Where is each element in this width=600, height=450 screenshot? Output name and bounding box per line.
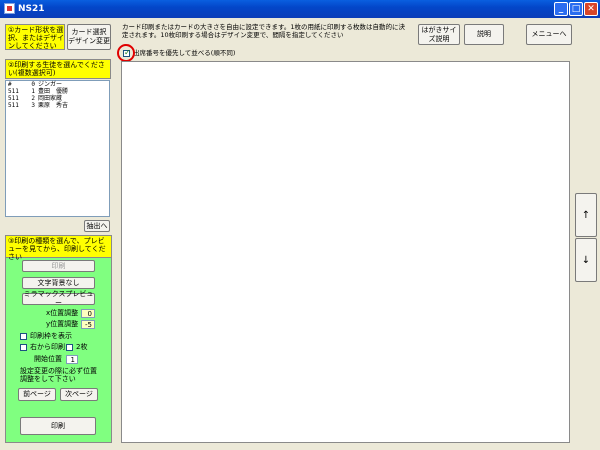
next-page-button[interactable]: 次ページ [60, 388, 98, 401]
print-button-disabled[interactable]: 印刷 [22, 260, 95, 272]
two-sheet-checkbox[interactable] [66, 344, 73, 351]
sort-checkbox-label: 出席番号を優先して並べる(順不同) [133, 49, 236, 57]
scroll-down-button[interactable]: ↓ [575, 238, 597, 282]
start-pos-field[interactable]: 1 [66, 355, 78, 364]
list-cell-c2: 3 [31, 102, 35, 109]
list-cell-c1: 511 [8, 102, 19, 109]
x-offset-label: x位置調整 [46, 309, 79, 317]
minimize-button[interactable]: _ [554, 2, 568, 16]
maximize-button[interactable]: □ [569, 2, 583, 16]
extract-button[interactable]: 抽出へ [84, 220, 110, 232]
step1-header-box: ①カード形状を選択、またはデザインしてください [5, 24, 65, 50]
preview-button[interactable]: ミラマックスプレビュー [22, 290, 95, 307]
list-cell-c1: # [8, 81, 12, 88]
menu-button[interactable]: メニューへ [526, 24, 572, 45]
list-cell-c3: 岡田家蔵 [38, 95, 63, 102]
preview-canvas[interactable] [121, 61, 570, 443]
help-button[interactable]: 説明 [464, 24, 504, 45]
title-bar: NS21 _ □ ✕ [0, 0, 600, 18]
list-cell-c3: 豊田 優勝 [38, 88, 69, 95]
start-pos-label: 開始位置 [34, 355, 62, 363]
right-print-checkbox[interactable] [20, 344, 27, 351]
list-item[interactable]: 511 2 岡田家蔵 [6, 95, 109, 102]
list-cell-c2: 2 [31, 95, 35, 102]
y-offset-label: y位置調整 [46, 320, 79, 328]
student-list[interactable]: #0 ジンガー 511 1 豊田 優勝 511 2 岡田家蔵 511 3 栗原 秀吉 [5, 80, 110, 217]
scroll-up-button[interactable]: ↑ [575, 193, 597, 237]
prev-page-button[interactable]: 前ページ [18, 388, 56, 401]
settings-note: 設定変更の際に必ず位置調整をして下さい [20, 367, 97, 383]
two-sheet-label: 2枚 [76, 343, 88, 351]
info-text: カード印刷またはカードの大きさを自由に設定できます。1枚の用紙に印刷する枚数は自… [122, 23, 405, 39]
print-main-button[interactable]: 印刷 [20, 417, 96, 435]
frame-checkbox-label: 印刷枠を表示 [30, 332, 72, 340]
list-cell-c3: ジンガー [38, 81, 63, 88]
char-bg-button[interactable]: 文字背景なし [22, 277, 95, 289]
list-item[interactable]: #0 ジンガー [6, 81, 109, 88]
y-offset-field[interactable]: -5 [81, 320, 95, 329]
close-button[interactable]: ✕ [584, 2, 598, 16]
window-title: NS21 [18, 4, 45, 14]
list-cell-c2: 1 [31, 88, 35, 95]
print-panel: 印刷 文字背景なし ミラマックスプレビュー x位置調整 0 y位置調整 -5 印… [5, 235, 112, 443]
list-cell-c1: 511 [8, 95, 19, 102]
step2-header-box: ②印刷する生徒を選んでください(複数選択可) [5, 59, 111, 79]
step3-header-box: ③印刷の種類を選んで、プレビューを見てから、印刷してください [5, 235, 112, 261]
list-cell-c3: 栗原 秀吉 [38, 102, 69, 109]
list-cell-c1: 511 [8, 88, 19, 95]
frame-checkbox[interactable] [20, 333, 27, 340]
list-item[interactable]: 511 3 栗原 秀吉 [6, 102, 109, 109]
size-info-button[interactable]: はがきサイズ説明 [418, 24, 460, 45]
list-item[interactable]: 511 1 豊田 優勝 [6, 88, 109, 95]
highlight-circle [117, 44, 135, 62]
x-offset-field[interactable]: 0 [81, 309, 95, 318]
card-select-button[interactable]: カード選択 デザイン変更 [67, 24, 111, 50]
right-print-label: 右から印刷 [30, 343, 65, 351]
app-icon [4, 3, 15, 14]
step2-prompt: ②印刷する生徒を選んでください(複数選択可) [8, 61, 105, 77]
step3-header: ③印刷の種類を選んで、プレビューを見てから、印刷してください [8, 237, 106, 261]
step1-header: ①カード形状を選択、またはデザインしてください [8, 26, 64, 50]
list-cell-c2: 0 [31, 81, 35, 88]
